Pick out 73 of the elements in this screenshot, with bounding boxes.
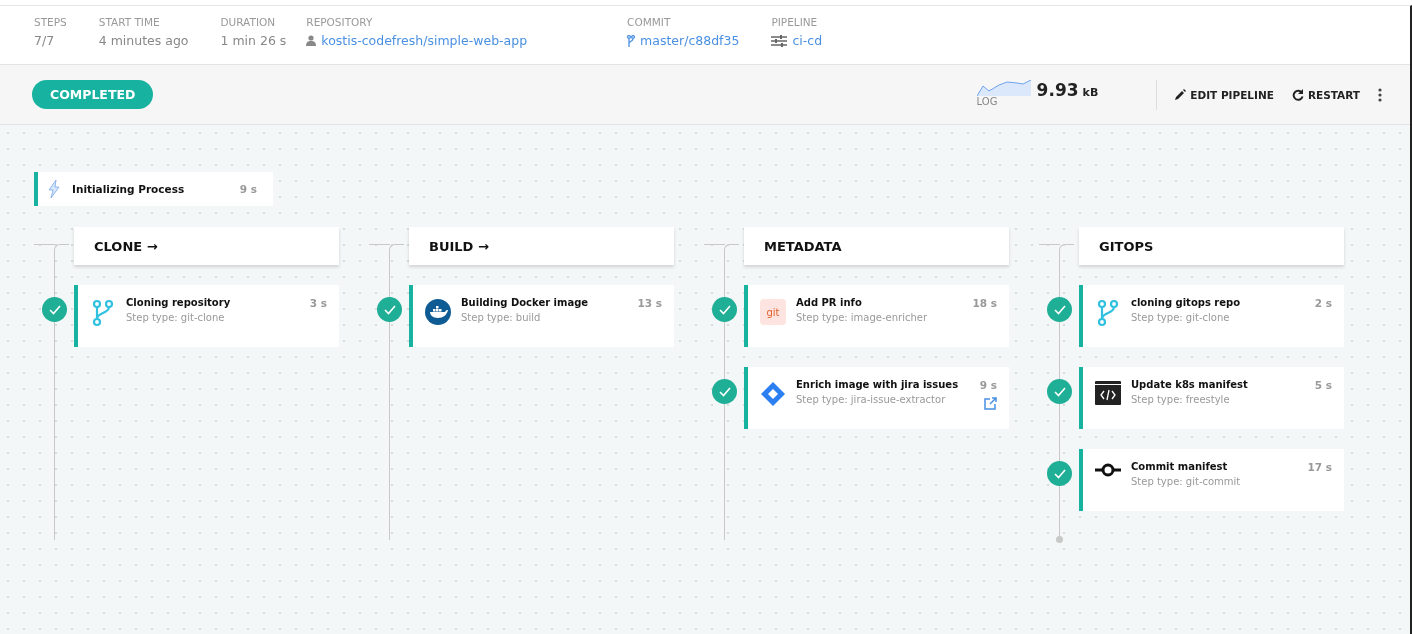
pencil-icon bbox=[1175, 89, 1187, 100]
step-name: Cloning repository bbox=[126, 297, 232, 308]
check-icon bbox=[1047, 461, 1072, 486]
step-card[interactable]: Enrich image with jira issues Step type: jira-issue-extractor 9 s bbox=[744, 367, 1009, 429]
user-icon bbox=[306, 35, 317, 46]
branch-icon bbox=[92, 299, 114, 327]
step-card[interactable]: git Add PR info Step type: image-enricher 18 s bbox=[744, 285, 1009, 347]
step-duration: 17 s bbox=[1307, 461, 1332, 473]
step-card[interactable]: Update k8s manifest Step type: freestyle 5 s bbox=[1079, 367, 1344, 429]
stage-title: CLONE → bbox=[74, 227, 339, 265]
commit-icon bbox=[1095, 463, 1121, 477]
stage-title: BUILD → bbox=[409, 227, 674, 265]
summary-value: 7/7 bbox=[34, 33, 56, 48]
step-duration: 5 s bbox=[1314, 379, 1332, 391]
check-icon bbox=[712, 297, 737, 322]
step-name: Initializing Process bbox=[72, 183, 186, 195]
summary-label: PIPELINE bbox=[771, 16, 819, 28]
step-name: Enrich image with jira issues bbox=[796, 379, 960, 390]
step-name: Building Docker image bbox=[461, 297, 590, 308]
step-duration: 9 s bbox=[979, 379, 997, 391]
status-badge: COMPLETED bbox=[32, 80, 154, 109]
lightning-icon bbox=[48, 180, 60, 198]
git-logo-icon: git bbox=[760, 299, 786, 325]
check-icon bbox=[1047, 379, 1072, 404]
step-type: Step type: freestyle bbox=[1131, 394, 1231, 405]
step-name: cloning gitops repo bbox=[1131, 297, 1242, 308]
action-button[interactable]: RESTART bbox=[1291, 88, 1360, 101]
summary-label: STEPS bbox=[34, 16, 67, 28]
check-icon bbox=[712, 379, 737, 404]
summary-value: 1 min 26 s bbox=[220, 33, 287, 48]
external-link-icon[interactable] bbox=[984, 397, 997, 410]
step-card[interactable]: Building Docker image Step type: build 13 s bbox=[409, 285, 674, 347]
stage-title: GITOPS bbox=[1079, 227, 1344, 265]
log-size: 9.93 bbox=[1036, 79, 1079, 100]
step-name: Update k8s manifest bbox=[1131, 379, 1249, 390]
step-card[interactable]: Commit manifest Step type: git-commit 17 s bbox=[1079, 449, 1344, 511]
summary-label: DURATION bbox=[220, 16, 277, 28]
code-window-icon bbox=[1095, 381, 1121, 405]
log-unit: kB bbox=[1082, 85, 1099, 99]
step-type: Step type: git-clone bbox=[126, 312, 226, 323]
step-type: Step type: git-clone bbox=[1131, 312, 1231, 323]
stage-title: METADATA bbox=[744, 227, 1009, 265]
check-icon bbox=[1047, 297, 1072, 322]
summary-label: COMMIT bbox=[627, 16, 672, 28]
summary-value: 4 minutes ago bbox=[98, 33, 189, 48]
step-duration: 9 s bbox=[239, 183, 257, 195]
step-name: Add PR info bbox=[796, 297, 863, 308]
action-button[interactable]: EDIT PIPELINE bbox=[1175, 88, 1274, 101]
step-type: Step type: image-enricher bbox=[796, 312, 929, 323]
init-step-card[interactable]: Initializing Process 9 s bbox=[34, 172, 273, 206]
step-type: Step type: jira-issue-extractor bbox=[796, 394, 947, 405]
step-type: Step type: build bbox=[461, 312, 542, 323]
end-dot bbox=[1056, 536, 1063, 543]
check-icon bbox=[42, 297, 67, 322]
step-duration: 18 s bbox=[972, 297, 997, 309]
sparkline bbox=[976, 79, 1031, 96]
check-icon bbox=[377, 297, 402, 322]
sliders-icon bbox=[771, 34, 788, 47]
whale-icon bbox=[425, 299, 451, 325]
step-duration: 3 s bbox=[309, 297, 327, 309]
summary-label: START TIME bbox=[98, 16, 161, 28]
diamond-icon bbox=[760, 381, 786, 407]
more-icon[interactable] bbox=[1378, 87, 1382, 102]
step-type: Step type: git-commit bbox=[1131, 476, 1242, 487]
step-card[interactable]: Cloning repository Step type: git-clone 3 s bbox=[74, 285, 339, 347]
step-duration: 13 s bbox=[637, 297, 662, 309]
restart-icon bbox=[1291, 88, 1304, 101]
branch-icon bbox=[1097, 299, 1119, 327]
branch-icon bbox=[627, 34, 636, 47]
step-name: Commit manifest bbox=[1131, 461, 1229, 472]
step-card[interactable]: cloning gitops repo Step type: git-clone 2 s bbox=[1079, 285, 1344, 347]
summary-label: REPOSITORY bbox=[306, 16, 374, 28]
step-duration: 2 s bbox=[1314, 297, 1332, 309]
